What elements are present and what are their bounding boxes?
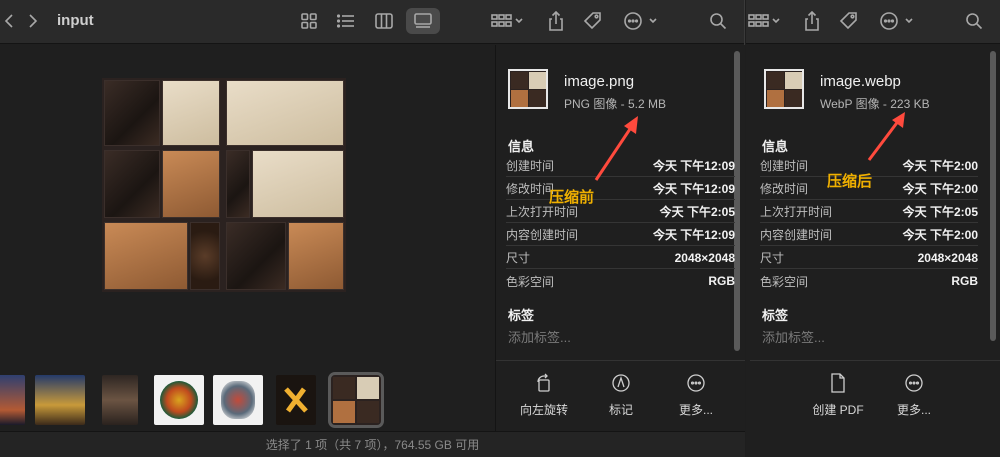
annotation-arrow-left bbox=[594, 125, 634, 181]
annotation-arrowhead-left bbox=[624, 116, 638, 134]
annotation-arrow-right bbox=[867, 119, 901, 161]
annotation-arrows bbox=[594, 112, 905, 181]
annotation-before: 压缩前 bbox=[549, 189, 595, 206]
annotation-after: 压缩后 bbox=[827, 173, 873, 190]
